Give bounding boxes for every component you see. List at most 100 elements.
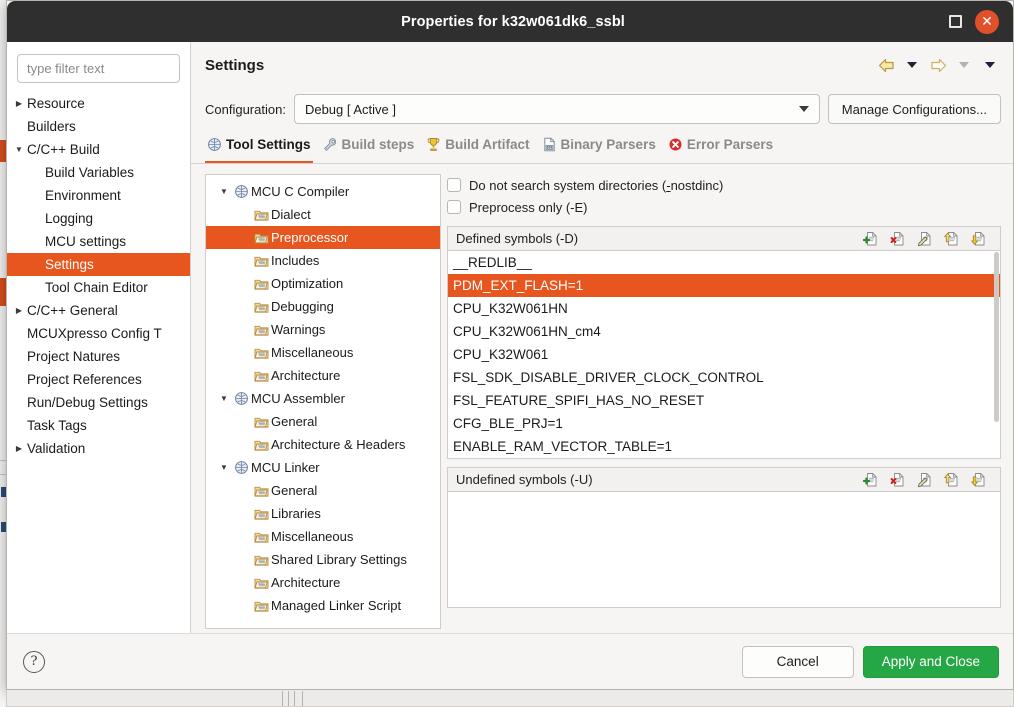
sidebar-item-task-tags[interactable]: Task Tags	[7, 414, 190, 437]
sidebar-item-settings[interactable]: Settings	[7, 253, 190, 276]
list-item[interactable]: CFG_BLE_PRJ=1	[448, 412, 1000, 435]
tool-tree-item-managed-linker-script[interactable]: Managed Linker Script	[206, 594, 440, 617]
tab-build-steps[interactable]: Build steps	[321, 133, 425, 163]
tool-tree-item-label: Warnings	[271, 322, 326, 337]
undefined-symbols-list[interactable]	[447, 492, 1001, 608]
maximize-icon[interactable]	[949, 15, 962, 28]
sidebar-item-label: Project References	[27, 372, 142, 387]
twisty-expanded-icon[interactable]: ▼	[216, 187, 232, 196]
cancel-button[interactable]: Cancel	[741, 645, 854, 678]
list-item[interactable]: FSL_SDK_DISABLE_DRIVER_CLOCK_CONTROL	[448, 366, 1000, 389]
sidebar-item-builders[interactable]: Builders	[7, 115, 190, 138]
delete-symbol-icon[interactable]	[890, 471, 907, 488]
tab-error-parsers[interactable]: Error Parsers	[666, 133, 783, 163]
back-arrow-icon[interactable]	[875, 53, 897, 77]
move-up-icon[interactable]	[944, 230, 961, 247]
list-item[interactable]: CPU_K32W061	[448, 343, 1000, 366]
error-circle-icon	[668, 137, 683, 152]
tool-settings-panel: ▼ MCU C Compiler Dialect Preprocessor Includ…	[191, 164, 1013, 633]
sidebar-item-c-c-general[interactable]: ▶ C/C++ General	[7, 299, 190, 322]
tool-tree-item-optimization[interactable]: Optimization	[206, 272, 440, 295]
tab-binary-parsers[interactable]: 010 Binary Parsers	[540, 133, 666, 163]
sidebar-item-tool-chain-editor[interactable]: Tool Chain Editor	[7, 276, 190, 299]
defined-symbols-header: Defined symbols (-D)	[447, 226, 1001, 251]
twisty-collapsed-icon[interactable]: ▶	[11, 306, 27, 315]
tool-tree-item-includes[interactable]: Includes	[206, 249, 440, 272]
filter-input[interactable]	[17, 54, 180, 83]
list-item[interactable]: CPU_K32W061HN	[448, 297, 1000, 320]
tool-tree-item-architecture-headers[interactable]: Architecture & Headers	[206, 433, 440, 456]
forward-arrow-icon[interactable]	[927, 53, 949, 77]
tool-tree-item-warnings[interactable]: Warnings	[206, 318, 440, 341]
list-item[interactable]: __REDLIB__	[448, 251, 1000, 274]
back-dropdown-icon[interactable]	[901, 53, 923, 77]
twisty-expanded-icon[interactable]: ▼	[216, 463, 232, 472]
background-ticks	[282, 690, 310, 707]
tool-tree-item-miscellaneous[interactable]: Miscellaneous	[206, 525, 440, 548]
tab-inner: 010 Binary Parsers	[542, 137, 656, 157]
edit-symbol-icon[interactable]	[917, 230, 934, 247]
sidebar-item-validation[interactable]: ▶ Validation	[7, 437, 190, 460]
help-icon[interactable]: ?	[23, 650, 45, 673]
sidebar-item-run-debug-settings[interactable]: Run/Debug Settings	[7, 391, 190, 414]
preprocess-only-checkbox[interactable]	[447, 200, 461, 214]
move-up-icon[interactable]	[944, 471, 961, 488]
add-symbol-icon[interactable]	[863, 230, 880, 247]
edit-symbol-icon[interactable]	[917, 471, 934, 488]
apply-and-close-button[interactable]: Apply and Close	[862, 645, 999, 678]
list-item[interactable]: ENABLE_RAM_VECTOR_TABLE=1	[448, 435, 1000, 458]
delete-symbol-icon[interactable]	[890, 230, 907, 247]
sidebar-item-mcuxpresso-config-t[interactable]: MCUXpresso Config T	[7, 322, 190, 345]
twisty-collapsed-icon[interactable]: ▶	[11, 444, 27, 453]
defined-symbols-scrollbar[interactable]	[994, 252, 999, 457]
tool-tree-item-label: MCU Assembler	[251, 391, 345, 406]
list-item[interactable]: CPU_K32W061HN_cm4	[448, 320, 1000, 343]
sidebar-item-resource[interactable]: ▶ Resource	[7, 92, 190, 115]
undefined-symbols-toolbar	[863, 471, 996, 488]
tool-tree-item-mcu-assembler[interactable]: ▼ MCU Assembler	[206, 387, 440, 410]
view-menu-icon[interactable]	[979, 53, 1001, 77]
sidebar-item-project-natures[interactable]: Project Natures	[7, 345, 190, 368]
tool-tree-item-mcu-c-compiler[interactable]: ▼ MCU C Compiler	[206, 180, 440, 203]
nostdinc-checkbox[interactable]	[447, 178, 461, 192]
tool-tree-item-general[interactable]: General	[206, 479, 440, 502]
tab-build-artifact[interactable]: Build Artifact	[424, 133, 539, 163]
list-item[interactable]: PDM_EXT_FLASH=1	[448, 274, 1000, 297]
defined-symbols-title: Defined symbols (-D)	[456, 231, 579, 246]
tool-tree-item-debugging[interactable]: Debugging	[206, 295, 440, 318]
manage-configurations-button[interactable]: Manage Configurations...	[827, 94, 1001, 124]
sidebar-item-build-variables[interactable]: Build Variables	[7, 161, 190, 184]
twisty-collapsed-icon[interactable]: ▶	[11, 99, 27, 108]
close-icon[interactable]: ✕	[975, 9, 999, 34]
tool-tree-item-preprocessor[interactable]: Preprocessor	[206, 226, 440, 249]
tool-tree-item-architecture[interactable]: Architecture	[206, 571, 440, 594]
sidebar-item-mcu-settings[interactable]: MCU settings	[7, 230, 190, 253]
folder-icon	[252, 507, 270, 521]
sidebar-item-environment[interactable]: Environment	[7, 184, 190, 207]
tab-tool-settings[interactable]: Tool Settings	[205, 133, 321, 163]
tool-tree-item-dialect[interactable]: Dialect	[206, 203, 440, 226]
sidebar-item-c-c-build[interactable]: ▼ C/C++ Build	[7, 138, 190, 161]
chevron-down-icon	[798, 106, 809, 112]
tool-tree-item-miscellaneous[interactable]: Miscellaneous	[206, 341, 440, 364]
sidebar-item-logging[interactable]: Logging	[7, 207, 190, 230]
tool-tree-item-general[interactable]: General	[206, 410, 440, 433]
symbol-value: PDM_EXT_FLASH=1	[453, 278, 584, 293]
tool-tree-item-mcu-linker[interactable]: ▼ MCU Linker	[206, 456, 440, 479]
tab-bar: Tool Settings Build steps Build Artifact 01…	[191, 134, 1013, 164]
twisty-expanded-icon[interactable]: ▼	[216, 394, 232, 403]
forward-dropdown-icon[interactable]	[953, 53, 975, 77]
tool-tree-item-libraries[interactable]: Libraries	[206, 502, 440, 525]
configuration-select[interactable]: Debug [ Active ]	[293, 94, 820, 124]
checkbox-row: Do not search system directories (-nostd…	[447, 174, 1001, 196]
move-down-icon[interactable]	[971, 230, 988, 247]
move-down-icon[interactable]	[971, 471, 988, 488]
tool-tree-item-shared-library-settings[interactable]: Shared Library Settings	[206, 548, 440, 571]
sidebar-item-label: Tool Chain Editor	[45, 280, 148, 295]
sidebar-item-project-references[interactable]: Project References	[7, 368, 190, 391]
tool-tree-item-architecture[interactable]: Architecture	[206, 364, 440, 387]
list-item[interactable]: FSL_FEATURE_SPIFI_HAS_NO_RESET	[448, 389, 1000, 412]
add-symbol-icon[interactable]	[863, 471, 880, 488]
twisty-expanded-icon[interactable]: ▼	[11, 145, 27, 154]
defined-symbols-list[interactable]: __REDLIB__ PDM_EXT_FLASH=1 CPU_K32W061HN CP…	[447, 251, 1001, 459]
